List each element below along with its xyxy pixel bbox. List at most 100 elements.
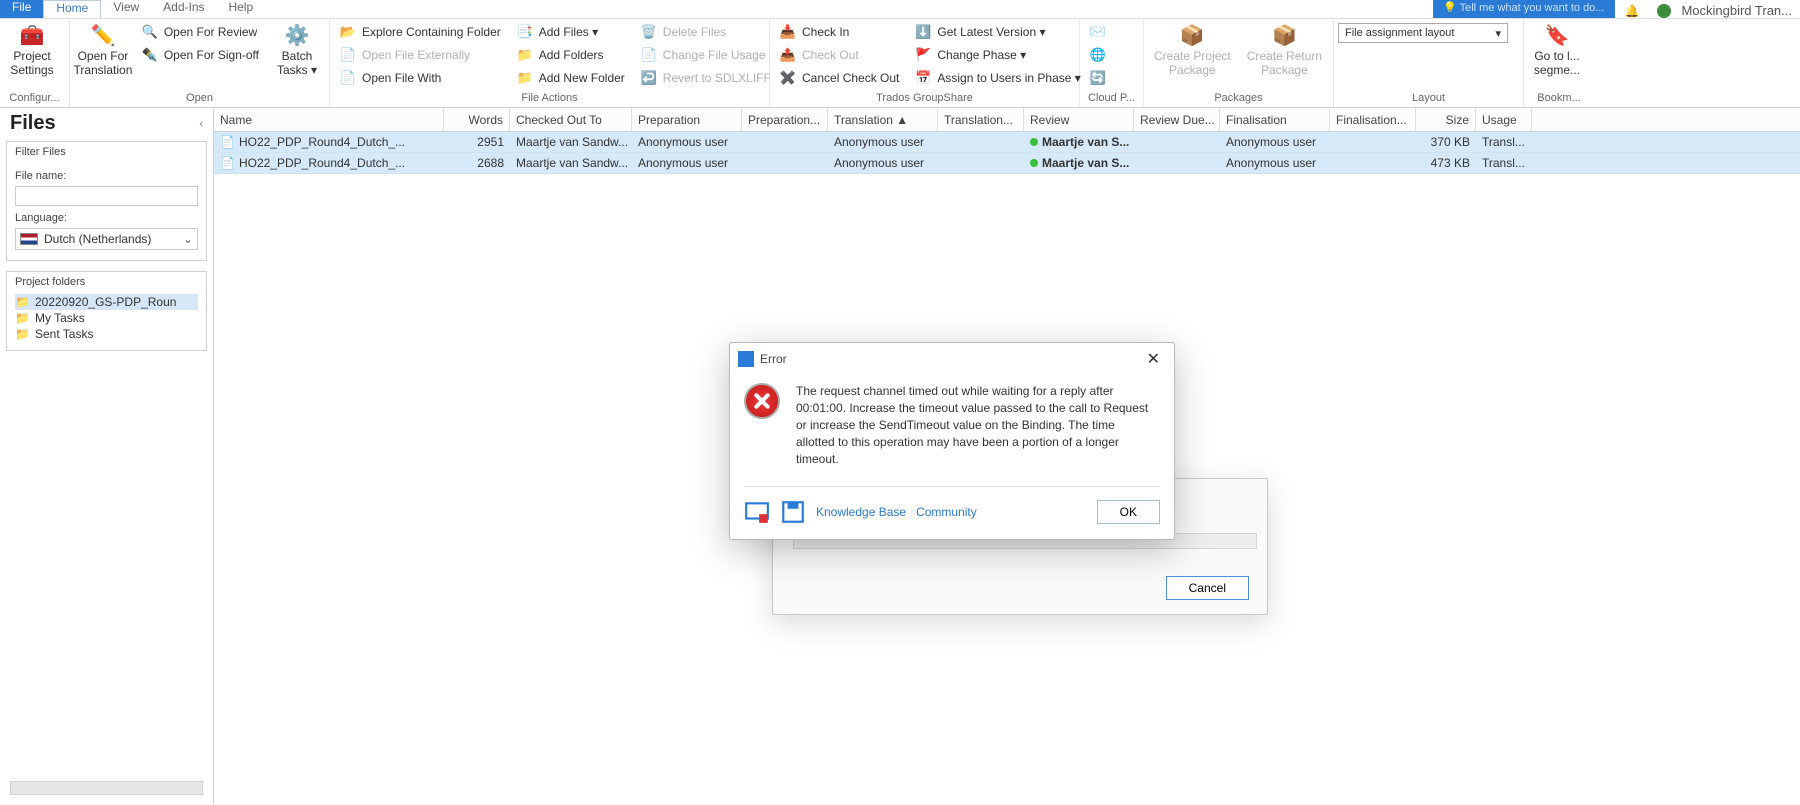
close-icon[interactable]: ✕ bbox=[1143, 349, 1164, 369]
folder-item[interactable]: 📁Sent Tasks bbox=[15, 326, 198, 342]
table-row[interactable]: 📄HO22_PDP_Round4_Dutch_... 2951 Maartje … bbox=[214, 132, 1800, 153]
files-grid: Name Words Checked Out To Preparation Pr… bbox=[214, 108, 1800, 805]
status-dot-icon bbox=[1030, 138, 1038, 146]
ribbon-group-config: 🧰 Project Settings Configur... bbox=[0, 19, 70, 107]
col-review[interactable]: Review bbox=[1024, 108, 1134, 131]
add-folders-label: Add Folders bbox=[539, 48, 604, 62]
ok-button[interactable]: OK bbox=[1097, 500, 1160, 524]
col-finalisation-due[interactable]: Finalisation... bbox=[1330, 108, 1416, 131]
dialog-titlebar: Error ✕ bbox=[730, 343, 1174, 375]
save-icon[interactable] bbox=[780, 499, 806, 525]
ribbon-group-layout-label: Layout bbox=[1334, 90, 1523, 107]
folder-item[interactable]: 📁20220920_GS-PDP_Roun bbox=[15, 294, 198, 310]
grid-header: Name Words Checked Out To Preparation Pr… bbox=[214, 108, 1800, 132]
filter-header: Filter Files bbox=[15, 144, 198, 164]
create-return-package-button[interactable]: 📦 Create Return Package bbox=[1241, 21, 1328, 77]
project-folders-header: Project folders bbox=[15, 274, 198, 294]
add-file-icon: 📑 bbox=[517, 24, 533, 40]
collapse-panel-icon[interactable]: ‹ bbox=[199, 118, 203, 130]
calendar-icon: 📅 bbox=[915, 70, 931, 86]
file-name-input[interactable] bbox=[15, 186, 198, 206]
bell-icon[interactable]: 🔔 bbox=[1625, 4, 1640, 18]
layout-combo[interactable]: File assignment layout ▾ bbox=[1338, 23, 1508, 43]
change-phase-button[interactable]: 🚩Change Phase ▾ bbox=[909, 44, 1086, 66]
ribbon-group-groupshare: 📥Check In 📤Check Out ✖️Cancel Check Out … bbox=[770, 19, 1080, 107]
get-latest-button[interactable]: ⬇️Get Latest Version ▾ bbox=[909, 21, 1086, 43]
folder-label: My Tasks bbox=[35, 311, 85, 325]
cloud-btn-1[interactable]: ✉️ bbox=[1084, 21, 1112, 43]
col-usage[interactable]: Usage bbox=[1476, 108, 1532, 131]
open-with-button[interactable]: 📄Open File With bbox=[334, 67, 507, 89]
assign-users-label: Assign to Users in Phase ▾ bbox=[937, 71, 1080, 85]
project-settings-button[interactable]: 🧰 Project Settings bbox=[4, 21, 60, 77]
check-in-button[interactable]: 📥Check In bbox=[774, 21, 905, 43]
goto-bookmark-button[interactable]: 🔖 Go to l... segme... bbox=[1528, 21, 1586, 77]
tell-me-search[interactable]: 💡 Tell me what you want to do... bbox=[1433, 0, 1614, 18]
layout-combo-value: File assignment layout bbox=[1345, 27, 1454, 39]
col-checked-out[interactable]: Checked Out To bbox=[510, 108, 632, 131]
language-value: Dutch (Netherlands) bbox=[44, 232, 151, 246]
tab-addins[interactable]: Add-Ins bbox=[151, 0, 216, 18]
cell-finalisation-due bbox=[1330, 132, 1416, 152]
open-externally-button[interactable]: 📄Open File Externally bbox=[334, 44, 507, 66]
add-folders-button[interactable]: 📁Add Folders bbox=[511, 44, 631, 66]
check-in-label: Check In bbox=[802, 25, 849, 39]
tab-view[interactable]: View bbox=[101, 0, 151, 18]
ribbon-group-cloud: ✉️ 🌐 🔄 Cloud P... bbox=[1080, 19, 1144, 107]
explore-folder-button[interactable]: 📂Explore Containing Folder bbox=[334, 21, 507, 43]
assign-users-button[interactable]: 📅 Assign to Users in Phase ▾ bbox=[909, 67, 1086, 89]
tab-file[interactable]: File bbox=[0, 0, 43, 18]
change-file-usage-button[interactable]: 📄Change File Usage bbox=[635, 44, 777, 66]
create-project-package-button[interactable]: 📦 Create Project Package bbox=[1148, 21, 1237, 77]
community-link[interactable]: Community bbox=[916, 505, 977, 519]
browser-off-icon[interactable] bbox=[744, 499, 770, 525]
open-for-review-label: Open For Review bbox=[164, 25, 257, 39]
batch-tasks-button[interactable]: ⚙️ Batch Tasks ▾ bbox=[269, 21, 325, 77]
col-name[interactable]: Name bbox=[214, 108, 444, 131]
add-files-label: Add Files ▾ bbox=[539, 25, 598, 39]
open-for-review-button[interactable]: 🔍 Open For Review bbox=[136, 21, 265, 43]
open-with-icon: 📄 bbox=[340, 70, 356, 86]
col-review-due[interactable]: Review Due... bbox=[1134, 108, 1220, 131]
col-words[interactable]: Words bbox=[444, 108, 510, 131]
language-label: Language: bbox=[15, 212, 198, 224]
col-translation-due[interactable]: Translation... bbox=[938, 108, 1024, 131]
search-icon: 🔍 bbox=[142, 24, 158, 40]
folder-item[interactable]: 📁My Tasks bbox=[15, 310, 198, 326]
delete-files-button[interactable]: 🗑️Delete Files bbox=[635, 21, 777, 43]
add-files-button[interactable]: 📑 Add Files ▾ bbox=[511, 21, 631, 43]
revert-button[interactable]: ↩️Revert to SDLXLIFF bbox=[635, 67, 777, 89]
col-translation[interactable]: Translation ▲ bbox=[828, 108, 938, 131]
tab-help[interactable]: Help bbox=[217, 0, 266, 18]
cell-review-due bbox=[1134, 153, 1220, 173]
table-row[interactable]: 📄HO22_PDP_Round4_Dutch_... 2688 Maartje … bbox=[214, 153, 1800, 174]
cancel-button[interactable]: Cancel bbox=[1166, 576, 1249, 600]
app-icon bbox=[738, 351, 754, 367]
gear-icon: ⚙️ bbox=[281, 23, 313, 47]
cloud-btn-2[interactable]: 🌐 bbox=[1084, 44, 1112, 66]
cancel-check-out-button[interactable]: ✖️Cancel Check Out bbox=[774, 67, 905, 89]
tell-me-label: Tell me what you want to do... bbox=[1460, 2, 1605, 14]
knowledge-base-link[interactable]: Knowledge Base bbox=[816, 505, 906, 519]
col-preparation[interactable]: Preparation bbox=[632, 108, 742, 131]
col-preparation-due[interactable]: Preparation... bbox=[742, 108, 828, 131]
tab-home[interactable]: Home bbox=[43, 0, 101, 18]
cell-translation-due bbox=[938, 132, 1024, 152]
project-settings-label: Project Settings bbox=[10, 49, 53, 77]
refresh-icon: 🔄 bbox=[1090, 70, 1106, 86]
check-out-button[interactable]: 📤Check Out bbox=[774, 44, 905, 66]
cloud-btn-3[interactable]: 🔄 bbox=[1084, 67, 1112, 89]
open-for-translation-label: Open For Translation bbox=[73, 49, 132, 77]
ribbon: 🧰 Project Settings Configur... ✏️ Open F… bbox=[0, 18, 1800, 108]
check-out-icon: 📤 bbox=[780, 47, 796, 63]
file-icon: 📄 bbox=[220, 135, 235, 149]
language-select[interactable]: Dutch (Netherlands) ⌄ bbox=[15, 228, 198, 250]
scrollbar[interactable] bbox=[10, 781, 203, 795]
add-new-folder-button[interactable]: 📁Add New Folder bbox=[511, 67, 631, 89]
col-size[interactable]: Size bbox=[1416, 108, 1476, 131]
user-name[interactable]: Mockingbird Tran... bbox=[1681, 3, 1800, 18]
col-finalisation[interactable]: Finalisation bbox=[1220, 108, 1330, 131]
open-for-translation-button[interactable]: ✏️ Open For Translation bbox=[74, 21, 132, 77]
explore-folder-label: Explore Containing Folder bbox=[362, 25, 501, 39]
open-for-signoff-button[interactable]: ✒️Open For Sign-off bbox=[136, 44, 265, 66]
